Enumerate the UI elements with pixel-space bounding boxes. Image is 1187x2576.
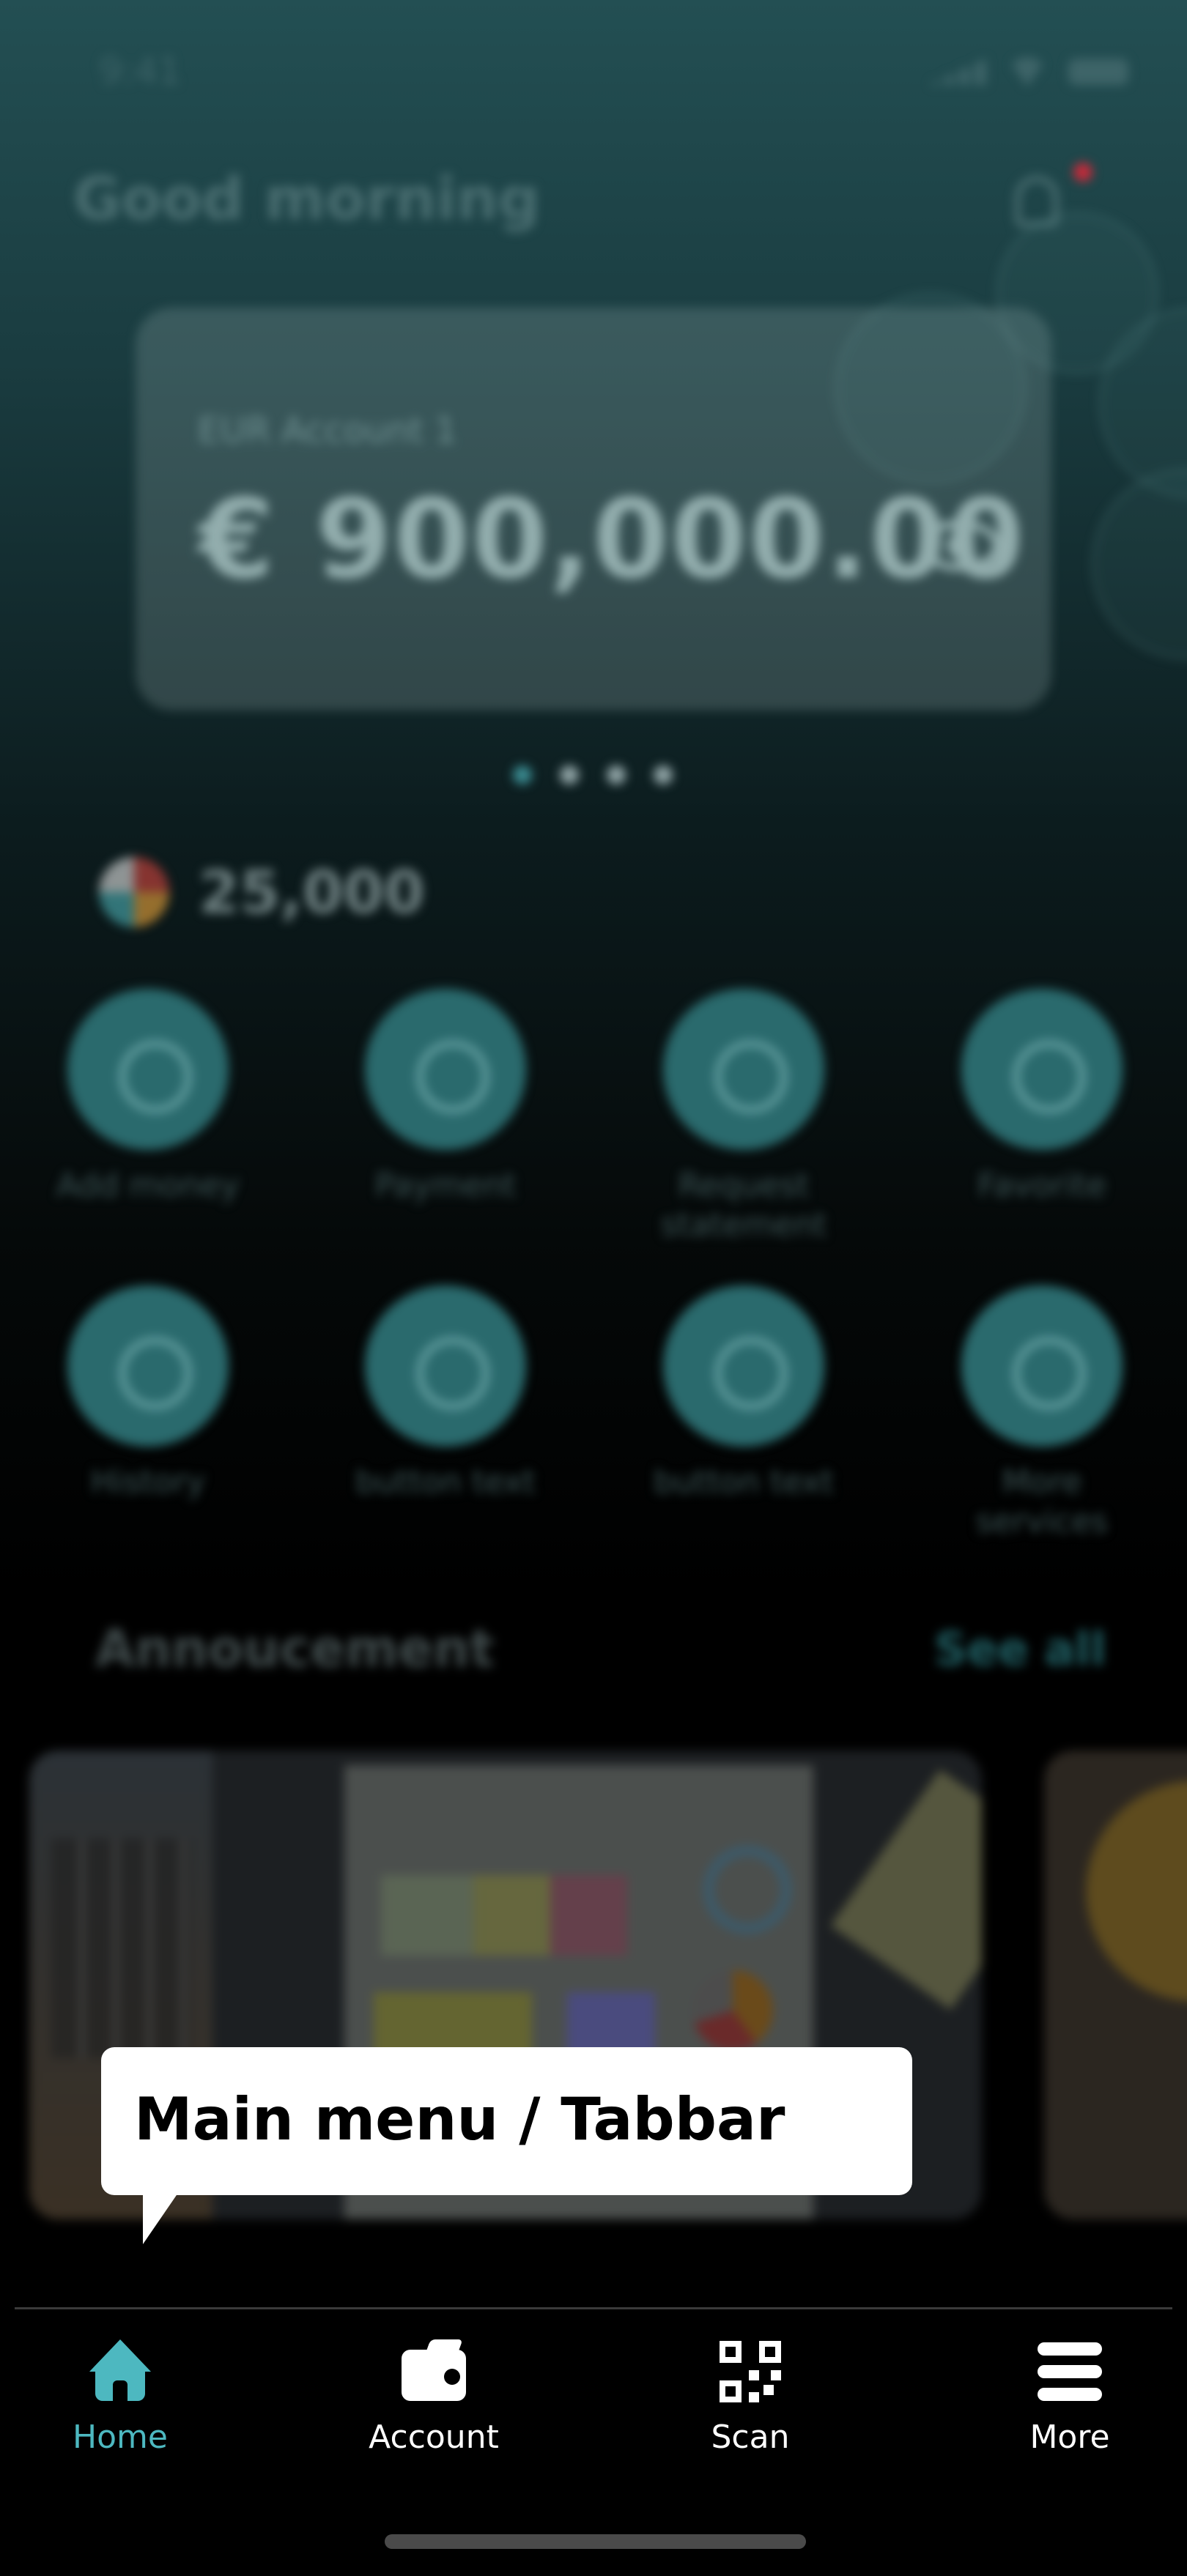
eye-icon[interactable] — [920, 520, 1000, 571]
service-label: More services — [975, 1463, 1109, 1540]
service-favorite[interactable]: Favorite — [895, 989, 1187, 1206]
carousel-dot[interactable] — [513, 765, 532, 784]
notification-badge — [1073, 163, 1092, 182]
payment-icon — [365, 989, 526, 1150]
account-label: EUR Account 1 — [198, 410, 457, 451]
battery-icon — [1068, 59, 1128, 85]
carousel-dot[interactable] — [607, 765, 626, 784]
card-carousel-indicator — [513, 765, 673, 784]
tooltip-text: Main menu / Tabbar — [134, 2085, 785, 2153]
banner-image-pie — [692, 1970, 773, 2051]
tab-home[interactable]: Home — [10, 2336, 230, 2456]
wifi-icon — [1007, 57, 1048, 86]
status-time: 9:41 — [99, 50, 182, 92]
grid-icon — [961, 1285, 1123, 1447]
service-label: button text — [355, 1463, 536, 1501]
plus-circle-icon — [663, 1285, 824, 1447]
document-icon — [663, 989, 824, 1150]
service-request-statement[interactable]: Request statement — [597, 989, 890, 1245]
home-icon — [85, 2336, 155, 2407]
tab-bar-divider — [15, 2307, 1172, 2309]
tab-more[interactable]: More — [960, 2336, 1180, 2456]
service-label: Favorite — [977, 1167, 1106, 1204]
banner-image-donut — [703, 1846, 791, 1934]
service-button-1[interactable]: button text — [299, 1285, 592, 1502]
plus-circle-icon — [67, 989, 229, 1150]
clock-icon — [67, 1285, 229, 1447]
service-label: Add money — [56, 1167, 240, 1204]
service-label: button text — [654, 1463, 834, 1501]
plus-circle-icon — [365, 1285, 526, 1447]
announcement-banner[interactable] — [1044, 1751, 1187, 2219]
carousel-dot[interactable] — [654, 765, 673, 784]
points-row[interactable]: 25,000 — [99, 857, 425, 927]
tab-label: Account — [369, 2419, 499, 2456]
service-label: History — [90, 1463, 206, 1501]
home-indicator — [385, 2534, 806, 2549]
heart-icon — [961, 989, 1123, 1150]
banner-image-chart — [381, 1875, 689, 1956]
service-label: Request statement — [660, 1167, 827, 1244]
decorative-circle — [1092, 469, 1187, 659]
service-add-money[interactable]: Add money — [1, 989, 295, 1206]
status-icons — [928, 57, 1128, 86]
carousel-dot[interactable] — [560, 765, 579, 784]
tab-label: Scan — [711, 2419, 790, 2456]
tooltip-pointer — [143, 2193, 178, 2244]
service-more[interactable]: More services — [895, 1285, 1187, 1542]
dimmed-home-screen: 9:41 Good morning EUR Account 1 € 900,00… — [0, 0, 1187, 2300]
service-payment[interactable]: Payment — [299, 989, 592, 1206]
see-all-link[interactable]: See all — [934, 1622, 1106, 1676]
banner-image-note — [830, 1770, 982, 2010]
account-balance: € 900,000.00 — [198, 476, 1026, 604]
wallet-icon — [399, 2336, 469, 2407]
qr-code-icon — [715, 2336, 785, 2407]
tab-scan[interactable]: Scan — [640, 2336, 860, 2456]
tab-account[interactable]: Account — [324, 2336, 544, 2456]
signal-icon — [928, 59, 986, 85]
service-label: Payment — [374, 1167, 517, 1204]
points-value: 25,000 — [199, 858, 425, 927]
service-button-2[interactable]: button text — [597, 1285, 890, 1502]
banner-image-keyboard — [51, 1838, 191, 2058]
greeting-title: Good morning — [73, 165, 541, 233]
service-history[interactable]: History — [1, 1285, 295, 1502]
tab-label: Home — [73, 2419, 168, 2456]
tab-label: More — [1029, 2419, 1110, 2456]
status-bar: 9:41 — [0, 44, 1187, 103]
points-icon — [99, 857, 169, 927]
menu-icon — [1035, 2336, 1105, 2407]
account-balance-card[interactable]: EUR Account 1 € 900,000.00 — [136, 308, 1051, 710]
onboarding-tooltip: Main menu / Tabbar — [101, 2047, 912, 2195]
announcement-title: Annoucement — [95, 1619, 495, 1679]
